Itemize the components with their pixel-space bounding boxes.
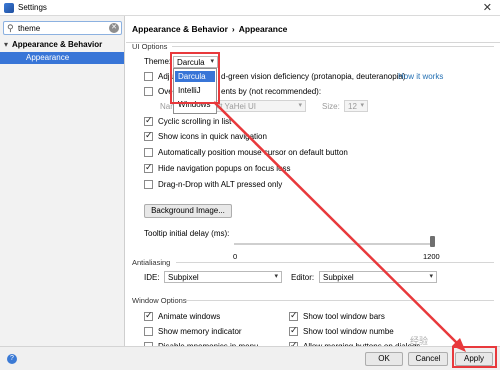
adjust-colors-label: d-green vision deficiency (protanopia, d…: [221, 72, 406, 81]
editor-antialiasing-value: Subpixel: [323, 273, 354, 282]
how-it-works-link[interactable]: How it works: [398, 72, 443, 81]
divider: [126, 42, 500, 43]
close-icon[interactable]: ✕: [483, 1, 492, 14]
ide-antialiasing-label: IDE:: [144, 273, 160, 282]
show-memory-label: Show memory indicator: [158, 327, 242, 336]
chevron-down-icon: ▾: [360, 102, 364, 109]
group-label-window-options: Window Options: [132, 296, 187, 305]
cyclic-scrolling-label: Cyclic scrolling in list: [158, 117, 232, 126]
chevron-down-icon: ▾: [274, 273, 278, 280]
animate-windows-checkbox[interactable]: [144, 310, 153, 321]
group-label-ui-options: UI Options: [132, 42, 168, 51]
background-image-button[interactable]: Background Image...: [144, 204, 232, 218]
annotation-box-theme: [170, 52, 220, 104]
breadcrumb: Appearance & Behavior › Appearance: [132, 24, 287, 34]
tree-item-appearance[interactable]: Appearance: [0, 52, 124, 64]
editor-antialiasing-dropdown[interactable]: Subpixel ▾: [319, 271, 437, 283]
slider-max-label: 1200: [423, 252, 440, 261]
show-memory-checkbox[interactable]: [144, 327, 153, 336]
editor-antialiasing-label: Editor:: [291, 273, 315, 282]
window-title: Settings: [18, 3, 47, 12]
show-tool-window-bars-checkbox[interactable]: [289, 310, 298, 321]
font-size-dropdown[interactable]: 12 ▾: [344, 100, 368, 112]
tree-item-label: Appearance & Behavior: [12, 40, 103, 49]
drag-drop-label: Drag-n-Drop with ALT pressed only: [158, 180, 283, 189]
chevron-down-icon: ▾: [429, 273, 433, 280]
drag-drop-checkbox[interactable]: [144, 180, 153, 189]
ide-antialiasing-dropdown[interactable]: Subpixel ▾: [164, 271, 282, 283]
tooltip-delay-label: Tooltip initial delay (ms):: [144, 229, 230, 238]
settings-sidebar: ⚲ theme ✕ ▾ Appearance & Behavior Appeara…: [0, 16, 125, 354]
ide-antialiasing-value: Subpixel: [168, 273, 199, 282]
theme-label: Theme:: [144, 57, 172, 66]
ok-button[interactable]: OK: [365, 352, 403, 366]
search-value: theme: [18, 24, 41, 33]
app-icon: [4, 3, 14, 13]
breadcrumb-part: Appearance & Behavior: [132, 24, 228, 34]
override-fonts-checkbox[interactable]: [144, 87, 153, 96]
breadcrumb-part: Appearance: [238, 24, 288, 34]
tree-item-appearance-behavior[interactable]: ▾ Appearance & Behavior: [4, 40, 102, 49]
show-icons-label: Show icons in quick navigation: [158, 132, 267, 141]
slider-min-label: 0: [233, 252, 238, 261]
adjust-colors-checkbox[interactable]: [144, 72, 153, 81]
cyclic-scrolling-checkbox[interactable]: [144, 115, 153, 126]
show-tool-window-bars-label: Show tool window bars: [303, 312, 385, 321]
auto-position-label: Automatically position mouse cursor on d…: [158, 148, 348, 157]
animate-windows-label: Animate windows: [158, 312, 221, 321]
tooltip-delay-slider[interactable]: [234, 243, 434, 245]
hide-popups-checkbox[interactable]: [144, 162, 153, 173]
chevron-down-icon[interactable]: ▾: [4, 40, 12, 49]
dialog-footer: ? OK Cancel Apply: [0, 346, 500, 370]
show-tool-window-numbers-label: Show tool window numbe: [303, 327, 394, 336]
slider-handle[interactable]: [430, 236, 435, 247]
divider: [186, 300, 494, 301]
clear-search-icon[interactable]: ✕: [109, 23, 119, 33]
group-label-antialiasing: Antialiasing: [132, 258, 171, 267]
hide-popups-label: Hide navigation popups on focus loss: [158, 164, 291, 173]
watermark: 经验: [410, 336, 429, 346]
breadcrumb-separator: ›: [231, 24, 235, 34]
search-icon: ⚲: [7, 23, 14, 33]
override-fonts-label: ents by (not recommended):: [221, 87, 322, 96]
cancel-button[interactable]: Cancel: [408, 352, 448, 366]
font-size-value: 12: [348, 102, 357, 111]
divider: [176, 262, 494, 263]
title-bar: Settings ✕: [0, 0, 500, 16]
chevron-down-icon: ▾: [298, 102, 302, 109]
help-icon[interactable]: ?: [7, 354, 17, 364]
annotation-box-apply: [452, 346, 497, 368]
search-input[interactable]: ⚲ theme ✕: [3, 21, 122, 35]
divider: [172, 46, 494, 47]
show-icons-checkbox[interactable]: [144, 130, 153, 141]
show-tool-window-numbers-checkbox[interactable]: [289, 325, 298, 336]
font-size-label: Size:: [322, 102, 340, 111]
auto-position-checkbox[interactable]: [144, 148, 153, 157]
